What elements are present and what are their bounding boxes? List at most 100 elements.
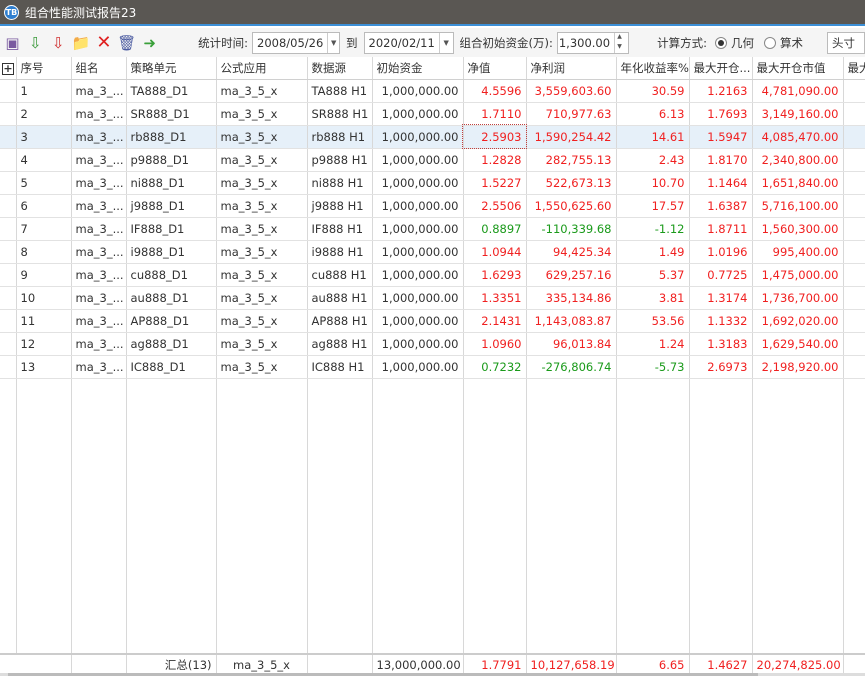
column-header[interactable]: 年化收益率% [616,57,690,80]
row-indicator[interactable] [0,148,17,172]
table-cell: 94,425.34 [526,240,617,264]
row-indicator[interactable] [0,309,17,333]
table-row[interactable]: 8 ma_3_... i9888_D1 ma_3_5_x i9888 H1 1,000,0… [0,240,865,264]
column-header[interactable]: 最大 [843,57,865,80]
exit-icon[interactable]: ➜ [139,32,160,54]
column-header[interactable]: 净值 [463,57,527,80]
table-cell: 42 [843,240,865,264]
empty-cell [843,378,865,658]
table-row[interactable]: 13 ma_3_... IC888_D1 ma_3_5_x IC888 H1 1,000,… [0,355,865,379]
summary-cell: 1.4627 [689,655,753,674]
chevron-down-icon[interactable]: ▼ [327,32,339,53]
table-cell: 1,000,000.00 [372,102,464,126]
table-cell: 1.3351 [463,286,527,310]
table-cell: 1,000,000.00 [372,332,464,356]
window-title: 组合性能测试报告23 [25,5,137,20]
capital-value: 1,300.00 [558,35,611,50]
calc-arithmetic-radio[interactable]: 算术 [763,35,803,51]
stat-time-label: 统计时间: [198,35,248,50]
table-cell: 5 [16,171,72,195]
save-icon[interactable]: ▣ [2,32,23,54]
column-header[interactable]: 最大开仓市值 [752,57,844,80]
table-row[interactable]: 11 ma_3_... AP888_D1 ma_3_5_x AP888 H1 1,000,… [0,309,865,333]
delete-icon[interactable]: ✕ [94,32,115,54]
table-cell: 6 [16,194,72,218]
row-indicator[interactable] [0,263,17,287]
table-cell: j9888_D1 [126,194,217,218]
row-indicator[interactable] [0,194,17,218]
empty-cell [372,378,464,658]
table-row[interactable]: 6 ma_3_... j9888_D1 ma_3_5_x j9888 H1 1,000,0… [0,194,865,218]
column-header[interactable]: 公式应用 [216,57,308,80]
table-cell: ma_3_... [71,240,127,264]
table-cell: ma_3_5_x [216,217,308,241]
chevron-down-icon[interactable]: ▼ [438,32,453,53]
column-header[interactable]: 策略单元 [126,57,217,80]
column-header[interactable]: 组名 [71,57,127,80]
table-cell: 1,000,000.00 [372,355,464,379]
empty-cell [526,378,617,658]
empty-cell [616,378,690,658]
trash-icon[interactable]: 🗑 [116,32,137,54]
import-icon[interactable]: ⇩ [25,32,46,54]
table-cell: 1,000,000.00 [372,286,464,310]
export-icon[interactable]: ⇩ [48,32,69,54]
table-row[interactable]: 5 ma_3_... ni888_D1 ma_3_5_x ni888 H1 1,000,0… [0,171,865,195]
capital-stepper[interactable]: 1,300.00 ▲ ▼ [556,31,630,54]
empty-cell [0,378,17,658]
table-cell: 98 [843,148,865,172]
table-cell: 710,977.63 [526,102,617,126]
table-cell: 14.61 [616,125,690,149]
table-cell: 2,1 [843,194,865,218]
end-date-picker[interactable]: 2020/02/11 ▼ [363,31,454,54]
column-header[interactable]: 数据源 [307,57,373,80]
table-row[interactable]: 4 ma_3_... p9888_D1 ma_3_5_x p9888 H1 1,000,0… [0,148,865,172]
expand-all-button[interactable]: + [0,57,17,80]
table-row[interactable]: 7 ma_3_... IF888_D1 ma_3_5_x IF888 H1 1,000,0… [0,217,865,241]
table-row[interactable]: 9 ma_3_... cu888_D1 ma_3_5_x cu888 H1 1,000,0… [0,263,865,287]
column-header[interactable]: 序号 [16,57,72,80]
row-indicator[interactable] [0,125,17,149]
to-label: 到 [346,35,358,50]
table-cell: au888 H1 [307,286,373,310]
row-indicator[interactable] [0,217,17,241]
row-indicator[interactable] [0,240,17,264]
table-cell: ma_3_... [71,194,127,218]
table-row[interactable]: 1 ma_3_... TA888_D1 ma_3_5_x TA888 H1 1,000,0… [0,79,865,103]
table-cell: TA888 H1 [307,79,373,103]
spin-down-icon[interactable]: ▼ [617,43,626,53]
table-cell: 1,0 [843,125,865,149]
row-indicator[interactable] [0,171,17,195]
table-cell: ma_3_... [71,286,127,310]
table-row[interactable]: 12 ma_3_... ag888_D1 ma_3_5_x ag888 H1 1,000,… [0,332,865,356]
position-size-value: 头寸 [831,35,855,50]
table-row[interactable]: 3 ma_3_... rb888_D1 ma_3_5_x rb888 H1 1,000,0… [0,124,865,149]
table-cell: TA888_D1 [126,79,217,103]
radio-label: 几何 [730,35,754,50]
summary-cell [0,655,72,674]
table-row[interactable]: 2 ma_3_... SR888_D1 ma_3_5_x SR888 H1 1,000,0… [0,102,865,126]
table-cell: ma_3_5_x [216,79,308,103]
column-header[interactable]: 净利润 [526,57,617,80]
table-cell: 4.5596 [463,79,527,103]
calc-geometric-radio[interactable]: 几何 [714,35,754,51]
empty-cell [71,378,127,658]
table-cell: ma_3_5_x [216,309,308,333]
row-indicator[interactable] [0,332,17,356]
row-indicator[interactable] [0,79,17,103]
table-row[interactable]: 10 ma_3_... au888_D1 ma_3_5_x au888 H1 1,000,… [0,286,865,310]
row-indicator[interactable] [0,102,17,126]
column-header[interactable]: 最大开仓... [689,57,753,80]
start-date-picker[interactable]: 2008/05/26 ▼ [252,31,340,54]
table-cell: 3,559,603.60 [526,79,617,103]
row-indicator[interactable] [0,286,17,310]
row-indicator[interactable] [0,355,17,379]
position-size-select[interactable]: 头寸 [826,31,865,54]
column-header[interactable]: 初始资金 [372,57,464,80]
table-cell: ma_3_5_x [216,355,308,379]
open-folder-icon[interactable]: 📁 [71,32,92,54]
table-cell: ag888_D1 [126,332,217,356]
table-cell: ag888 H1 [307,332,373,356]
spin-up-icon[interactable]: ▲ [617,33,626,43]
table-cell: 1,1 [843,79,865,103]
